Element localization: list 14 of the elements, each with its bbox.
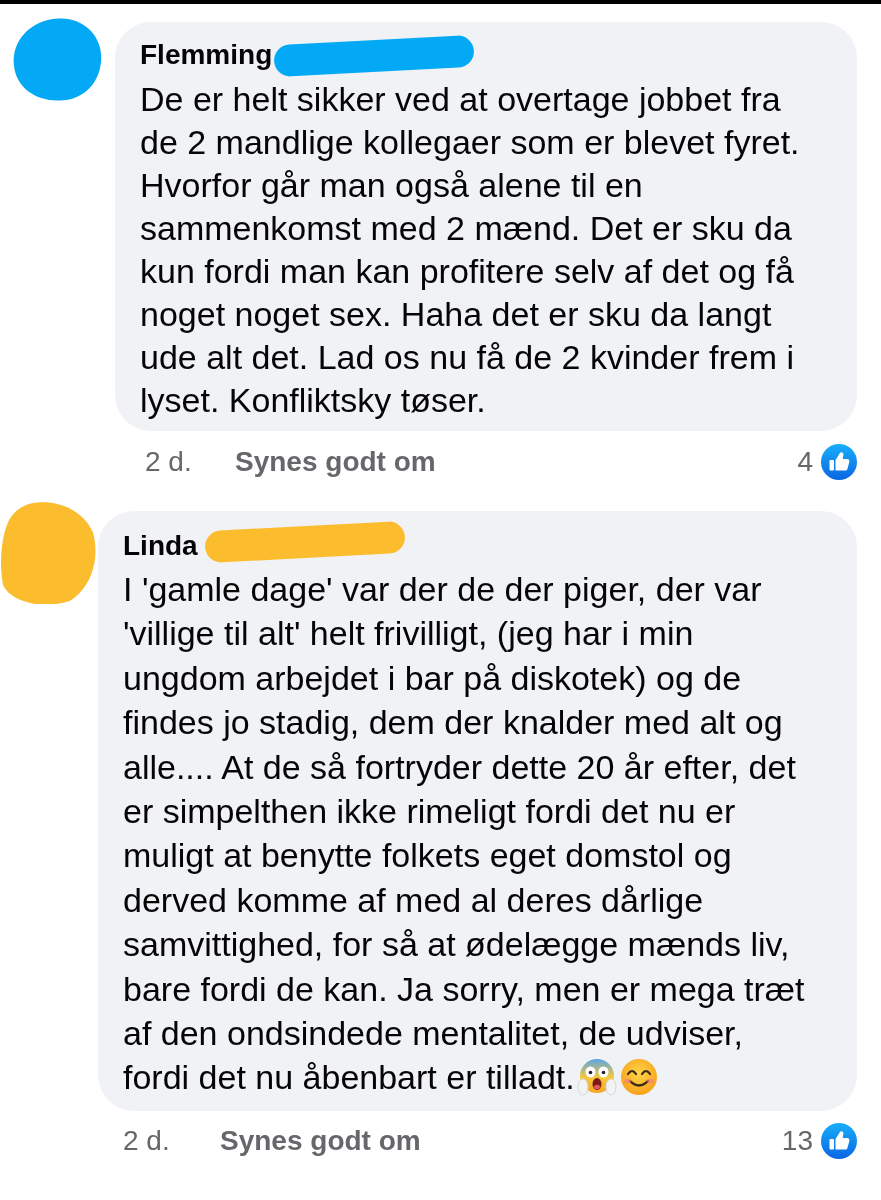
like-link[interactable]: Synes godt om <box>235 446 436 478</box>
smiling-face-icon <box>618 1057 659 1098</box>
like-link[interactable]: Synes godt om <box>220 1124 421 1157</box>
reaction-count: 13 <box>781 1124 813 1157</box>
thumbs-up-icon[interactable] <box>821 1122 857 1159</box>
comment-text: fordi det nu åbenbart er tilladt. <box>123 1058 575 1097</box>
reaction-count: 4 <box>797 446 813 478</box>
author-name[interactable]: Linda <box>123 529 198 563</box>
screaming-face-icon <box>576 1057 617 1098</box>
comment-text: De er helt sikker ved at overtage jobbet fra de 2 mandlige kollegaer som er blevet fyret. Hvorfor går man også alene til en sammenkomst med 2 mænd. Det er sku da kun fordi man kan profitere selv af det og få noget noget sex. Haha det er sku da langt ude alt det. Lad os nu få de 2 kvinder frem i lyset. Konfliktsky tøser. <box>140 79 801 421</box>
comment-time: 2 d. <box>123 1124 171 1157</box>
author-name[interactable]: Flemming <box>140 38 273 72</box>
thumbs-up-icon[interactable] <box>821 444 857 480</box>
comment-time: 2 d. <box>145 446 193 478</box>
